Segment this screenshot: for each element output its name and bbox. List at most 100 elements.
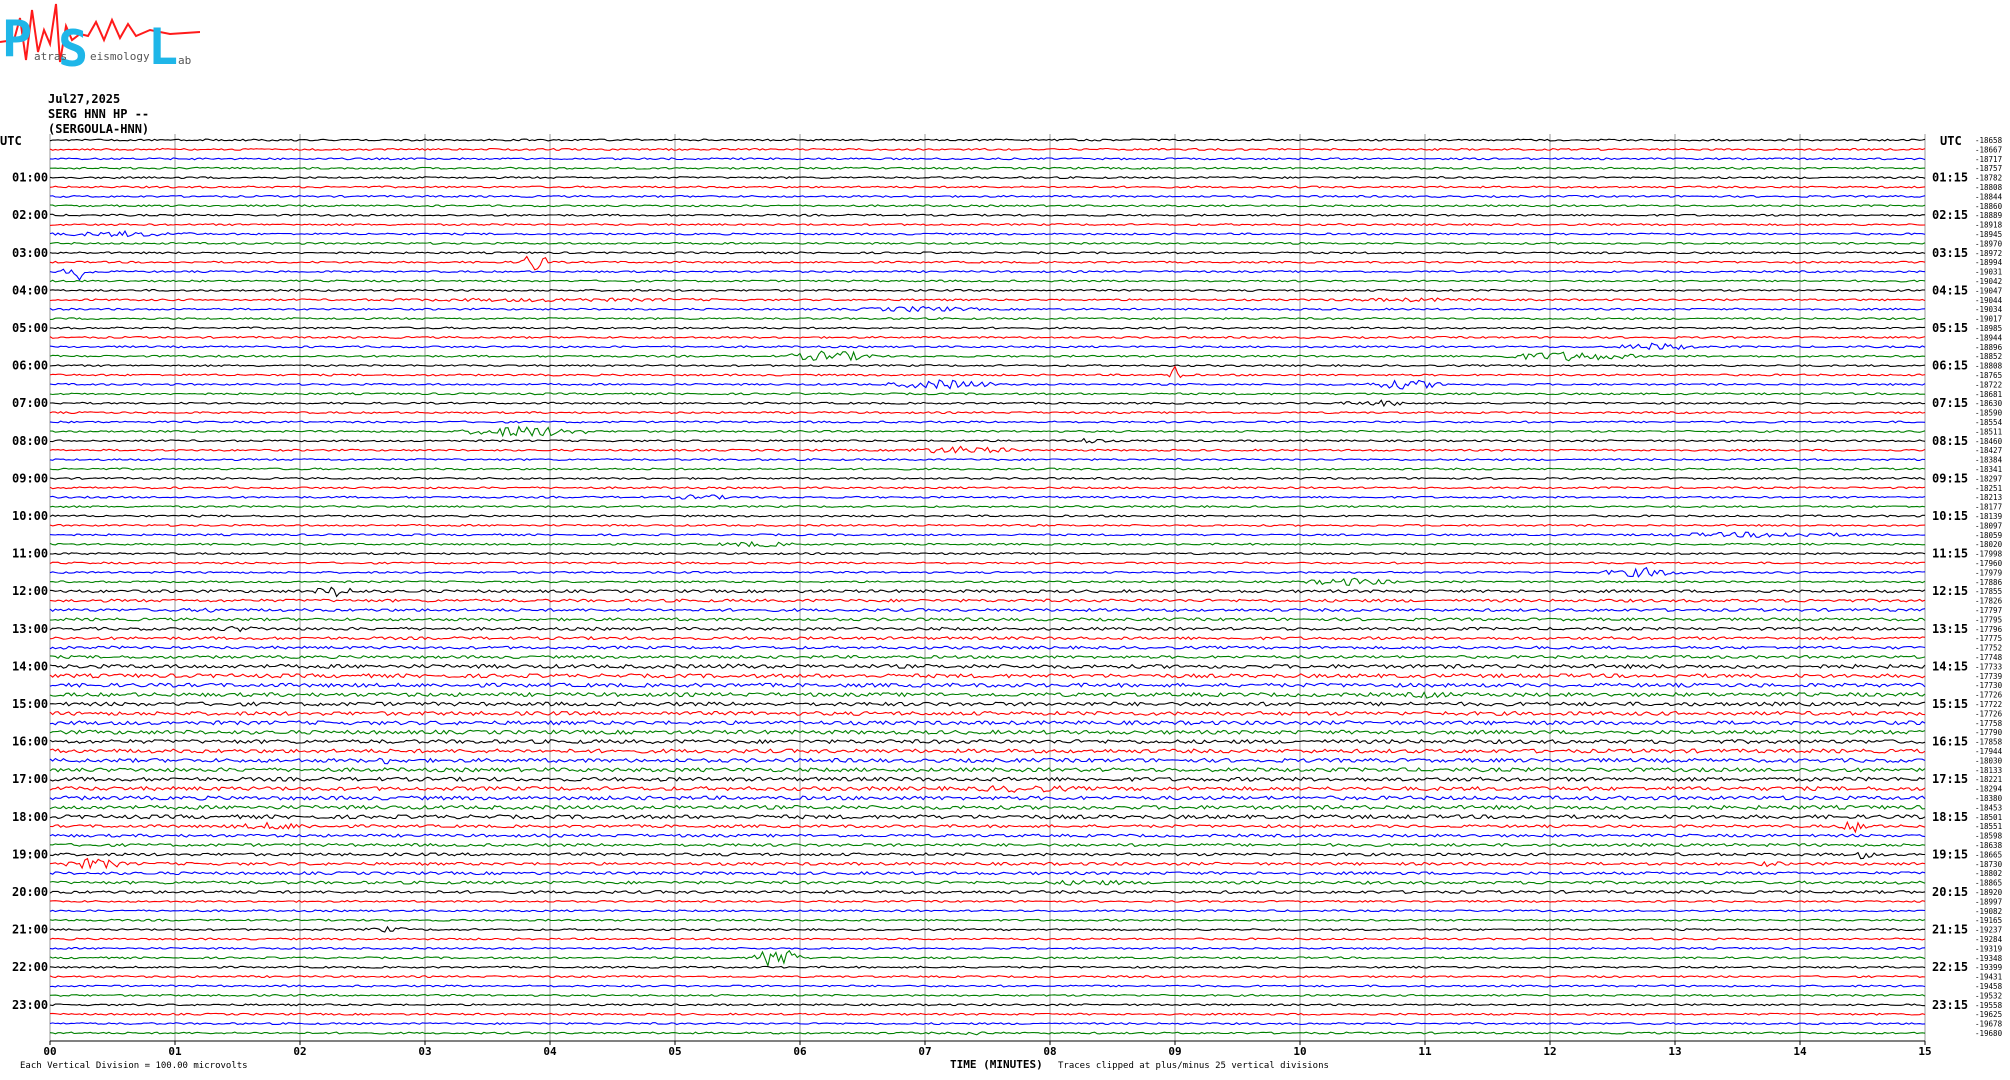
seismic-trace: [49, 879, 1926, 886]
seismic-trace: [49, 949, 1926, 968]
trace-value-label: -18251: [1975, 484, 2002, 493]
trace-value-label: -18765: [1975, 371, 2002, 380]
seismic-trace: [49, 673, 1926, 679]
seismic-trace: [49, 523, 1926, 527]
x-tick-label: 13: [1668, 1045, 1681, 1058]
left-hour-label: 18:00: [12, 810, 48, 824]
seismic-trace: [49, 918, 1926, 922]
seismic-trace: [49, 946, 1926, 950]
seismic-trace: [49, 194, 1926, 198]
seismic-trace: [49, 1003, 1926, 1007]
seismic-trace: [49, 889, 1926, 895]
seismic-trace: [49, 420, 1926, 424]
left-hour-label: 22:00: [12, 960, 48, 974]
seismic-trace: [49, 514, 1925, 518]
trace-value-label: -18501: [1975, 813, 2002, 822]
seismic-trace: [49, 857, 1926, 870]
trace-value-label: -17960: [1975, 559, 2003, 568]
trace-value-labels: -18658-18667-18717-18757-18782-18808-188…: [1975, 136, 2003, 1038]
trace-value-label: -19348: [1975, 954, 2003, 963]
trace-value-label: -17886: [1975, 578, 2003, 587]
seismic-trace: [49, 636, 1926, 641]
trace-value-label: -18860: [1975, 202, 2003, 211]
trace-value-label: -18453: [1975, 803, 2002, 812]
seismic-trace: [49, 326, 1926, 330]
trace-value-label: -18030: [1975, 756, 2003, 765]
right-hour-label: 09:15: [1932, 471, 1968, 485]
trace-value-label: -18852: [1975, 352, 2002, 361]
trace-value-label: -19319: [1975, 944, 2002, 953]
left-hour-label: 16:00: [12, 735, 48, 749]
seismic-trace: [49, 505, 1926, 509]
seismic-trace: [49, 1012, 1926, 1016]
seismic-trace: [49, 251, 1926, 255]
right-hour-label: 06:15: [1932, 359, 1968, 373]
trace-value-label: -17722: [1975, 700, 2002, 709]
left-hour-label: 12:00: [12, 584, 48, 598]
trace-value-label: -18380: [1975, 794, 2003, 803]
seismic-trace: [49, 820, 1926, 834]
seismic-trace: [49, 552, 1926, 556]
trace-value-label: -17998: [1975, 550, 2003, 559]
seismic-trace: [49, 561, 1925, 565]
right-hour-label: 05:15: [1932, 321, 1968, 335]
x-tick-label: 14: [1793, 1045, 1807, 1058]
trace-value-label: -18970: [1975, 239, 2003, 248]
left-hour-label: 23:00: [12, 998, 48, 1012]
x-tick-label: 07: [918, 1045, 931, 1058]
left-hour-label: 14:00: [12, 659, 48, 673]
seismic-trace: [50, 213, 1926, 217]
trace-value-label: -18297: [1975, 474, 2002, 483]
left-hour-label: 08:00: [12, 434, 48, 448]
seismic-trace: [49, 147, 1926, 151]
trace-value-label: -19625: [1975, 1010, 2002, 1019]
seismic-trace: [49, 729, 1926, 735]
x-tick-label: 15: [1918, 1045, 1931, 1058]
trace-value-label: -18213: [1975, 493, 2002, 502]
right-hour-label: 23:15: [1932, 998, 1968, 1012]
seismic-trace: [49, 691, 1926, 699]
seismic-trace: [49, 364, 1926, 368]
right-hour-label: 12:15: [1932, 584, 1968, 598]
trace-value-label: -18294: [1975, 785, 2003, 794]
seismic-trace: [49, 425, 1926, 438]
seismic-trace: [49, 268, 1926, 281]
trace-value-label: -17758: [1975, 719, 2003, 728]
seismic-trace: [49, 993, 1926, 997]
trace-value-label: -19017: [1975, 315, 2002, 324]
seismic-trace: [49, 1031, 1926, 1036]
seismic-trace: [49, 577, 1926, 587]
seismic-trace: [49, 776, 1926, 782]
trace-value-label: -18630: [1975, 399, 2003, 408]
left-hour-label: 10:00: [12, 509, 48, 523]
trace-value-label: -18097: [1975, 521, 2002, 530]
seismic-trace: [49, 204, 1926, 208]
trace-value-label: -19680: [1975, 1029, 2003, 1038]
trace-value-label: -18730: [1975, 860, 2003, 869]
trace-value-label: -18658: [1975, 136, 2003, 145]
seismic-trace: [49, 925, 1926, 933]
seismic-trace: [49, 663, 1926, 670]
trace-value-label: -19458: [1975, 982, 2003, 991]
seismic-trace: [49, 379, 1926, 390]
trace-value-label: -17739: [1975, 672, 2002, 681]
trace-value-label: -19044: [1975, 296, 2003, 305]
seismic-trace: [49, 785, 1926, 793]
x-tick-label: 02: [293, 1045, 306, 1058]
seismic-trace: [49, 392, 1925, 396]
right-hour-label: 08:15: [1932, 434, 1968, 448]
seismic-trace: [49, 458, 1926, 462]
seismic-trace: [49, 335, 1926, 339]
trace-value-label: -18865: [1975, 879, 2002, 888]
seismic-trace: [49, 682, 1926, 689]
x-tick-label: 12: [1543, 1045, 1556, 1058]
trace-value-label: -19031: [1975, 268, 2002, 277]
trace-value-label: -17752: [1975, 644, 2002, 653]
trace-value-label: -17979: [1975, 568, 2002, 577]
trace-value-label: -19431: [1975, 973, 2002, 982]
trace-value-label: -18059: [1975, 531, 2002, 540]
trace-value-label: -18985: [1975, 324, 2002, 333]
left-hour-label: 05:00: [12, 321, 48, 335]
right-hour-label: 03:15: [1932, 246, 1968, 260]
trace-value-label: -19237: [1975, 926, 2002, 935]
